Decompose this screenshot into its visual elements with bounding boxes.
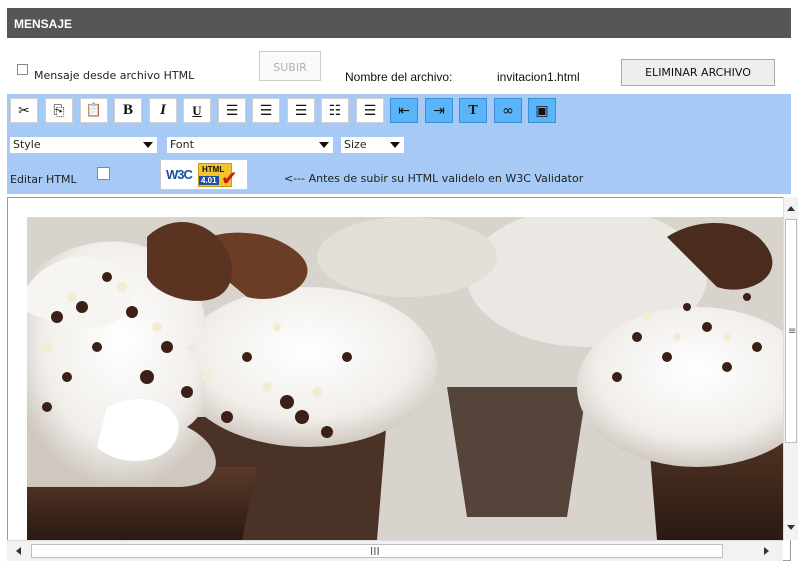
section-title: MENSAJE — [14, 17, 73, 31]
font-select-value: Font — [170, 138, 194, 151]
w3c-logo-text: W3C — [166, 167, 193, 182]
text-color-icon: T — [468, 102, 478, 118]
cut-icon: ✂ — [18, 102, 30, 119]
chevron-down-icon — [143, 142, 153, 148]
horizontal-scrollbar[interactable]: III — [7, 540, 783, 561]
scroll-left-icon[interactable] — [16, 547, 21, 555]
paste-button[interactable]: 📋 — [80, 98, 108, 123]
chevron-down-icon — [390, 142, 400, 148]
indent-icon: ⇥ — [433, 102, 445, 119]
align-center-icon: ☰ — [259, 102, 273, 119]
chevron-down-icon — [319, 142, 329, 148]
style-select-value: Style — [13, 138, 41, 151]
section-header: MENSAJE — [7, 8, 791, 38]
vertical-scroll-thumb[interactable]: ≡ — [785, 219, 797, 443]
link-button[interactable]: ∞ — [494, 98, 522, 123]
style-select[interactable]: Style — [10, 137, 157, 153]
font-select[interactable]: Font — [167, 137, 333, 153]
outdent-icon: ⇤ — [398, 102, 410, 119]
align-right-icon: ☰ — [294, 102, 308, 119]
link-icon: ∞ — [502, 102, 514, 119]
copy-button[interactable]: ⎘ — [45, 98, 73, 123]
size-select-value: Size — [344, 138, 367, 151]
align-left-button[interactable]: ☰ — [218, 98, 246, 123]
image-button[interactable]: ▣ — [528, 98, 556, 123]
underline-button[interactable]: U — [183, 98, 211, 123]
scroll-down-icon[interactable] — [787, 525, 795, 530]
upload-button[interactable]: SUBIR — [259, 51, 321, 81]
copy-icon: ⎘ — [53, 102, 65, 119]
ordered-list-button[interactable]: ☷ — [321, 98, 349, 123]
underline-icon: U — [192, 102, 202, 118]
checkmark-icon: ✔ — [221, 166, 238, 190]
html-file-checkbox-label: Mensaje desde archivo HTML — [34, 69, 195, 82]
html-file-checkbox[interactable] — [17, 64, 28, 75]
editor-content-area[interactable] — [7, 197, 791, 561]
filename-value: invitacion1.html — [497, 70, 580, 84]
horizontal-scroll-thumb[interactable]: III — [31, 544, 723, 558]
filename-label: Nombre del archivo: — [345, 70, 453, 84]
editor-toolbar: ✂ ⎘ 📋 B I U ☰ ☰ ☰ ☷ ☰ ⇤ ⇥ T ∞ ▣ Style Fo… — [7, 94, 791, 194]
italic-button[interactable]: I — [149, 98, 177, 123]
w3c-validator-badge[interactable]: W3C HTML 4.01 ✔ — [160, 159, 248, 190]
grip-icon: III — [370, 545, 380, 558]
scroll-right-icon[interactable] — [764, 547, 769, 555]
size-select[interactable]: Size — [341, 137, 404, 153]
edit-html-label: Editar HTML — [10, 173, 77, 186]
ordered-list-icon: ☷ — [328, 102, 342, 119]
validator-note: <--- Antes de subir su HTML validelo en … — [284, 172, 584, 185]
indent-button[interactable]: ⇥ — [425, 98, 453, 123]
align-right-button[interactable]: ☰ — [287, 98, 315, 123]
file-upload-row: Mensaje desde archivo HTML SUBIR Nombre … — [7, 48, 791, 88]
cupcakes-photo — [27, 217, 788, 540]
italic-icon: I — [160, 102, 166, 118]
image-icon: ▣ — [535, 102, 549, 119]
unordered-list-button[interactable]: ☰ — [356, 98, 384, 123]
cupcakes-illustration — [27, 217, 788, 540]
grip-icon: ≡ — [788, 326, 797, 337]
bold-button[interactable]: B — [114, 98, 142, 123]
cut-button[interactable]: ✂ — [10, 98, 38, 123]
bold-icon: B — [122, 102, 133, 118]
scroll-up-icon[interactable] — [787, 206, 795, 211]
align-center-button[interactable]: ☰ — [252, 98, 280, 123]
unordered-list-icon: ☰ — [363, 102, 377, 119]
outdent-button[interactable]: ⇤ — [390, 98, 418, 123]
edit-html-checkbox[interactable] — [97, 167, 110, 180]
delete-file-button[interactable]: ELIMINAR ARCHIVO — [621, 59, 775, 86]
html-badge-line2: 4.01 — [199, 176, 219, 185]
paste-icon: 📋 — [85, 103, 103, 118]
align-left-icon: ☰ — [225, 102, 239, 119]
vertical-scrollbar[interactable]: ≡ — [783, 197, 798, 540]
text-color-button[interactable]: T — [459, 98, 487, 123]
